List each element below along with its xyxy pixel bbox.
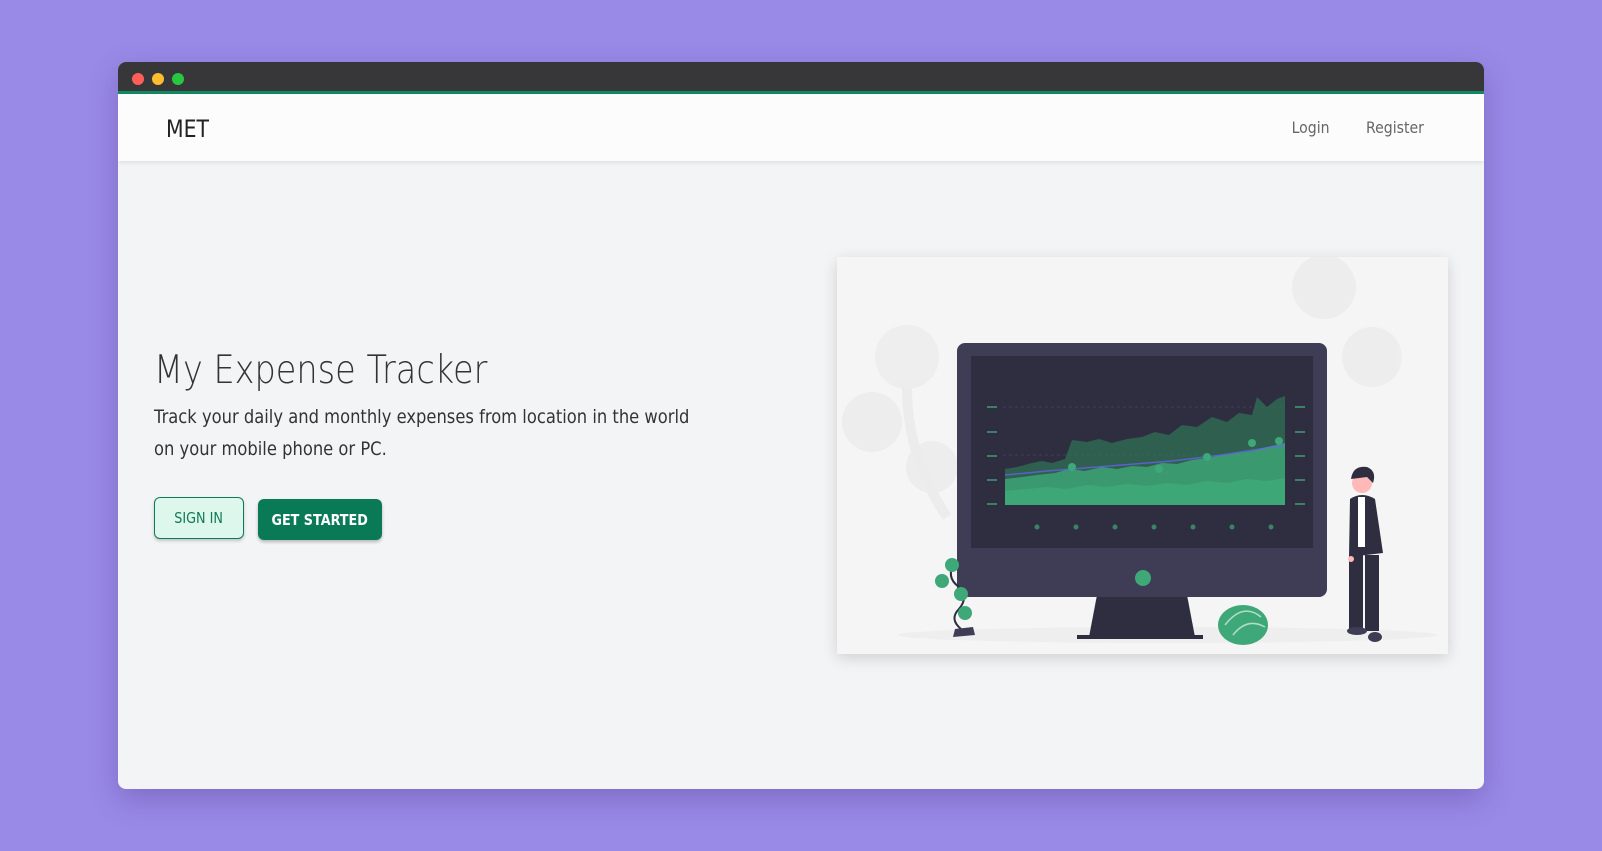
window-titlebar <box>118 62 1484 94</box>
brand-logo[interactable]: MET <box>166 115 209 143</box>
navbar: MET Login Register <box>118 94 1484 161</box>
maximize-window-icon[interactable] <box>172 73 184 85</box>
register-link[interactable]: Register <box>1366 118 1424 137</box>
login-link[interactable]: Login <box>1292 118 1330 137</box>
minimize-window-icon[interactable] <box>152 73 164 85</box>
close-window-icon[interactable] <box>132 73 144 85</box>
browser-window: MET Login Register My Expense Tracker Tr… <box>118 62 1484 789</box>
hero-illustration <box>837 257 1448 654</box>
sign-in-button[interactable]: SIGN IN <box>154 497 244 539</box>
page-title: My Expense Tracker <box>154 348 488 393</box>
get-started-button[interactable]: GET STARTED <box>258 499 382 540</box>
hero-subtitle: Track your daily and monthly expenses fr… <box>154 406 690 460</box>
sign-in-label: SIGN IN <box>174 509 224 527</box>
monitor-chart-illustration <box>842 257 1437 645</box>
get-started-label: GET STARTED <box>271 510 369 529</box>
nav-links: Login Register <box>1289 118 1428 137</box>
